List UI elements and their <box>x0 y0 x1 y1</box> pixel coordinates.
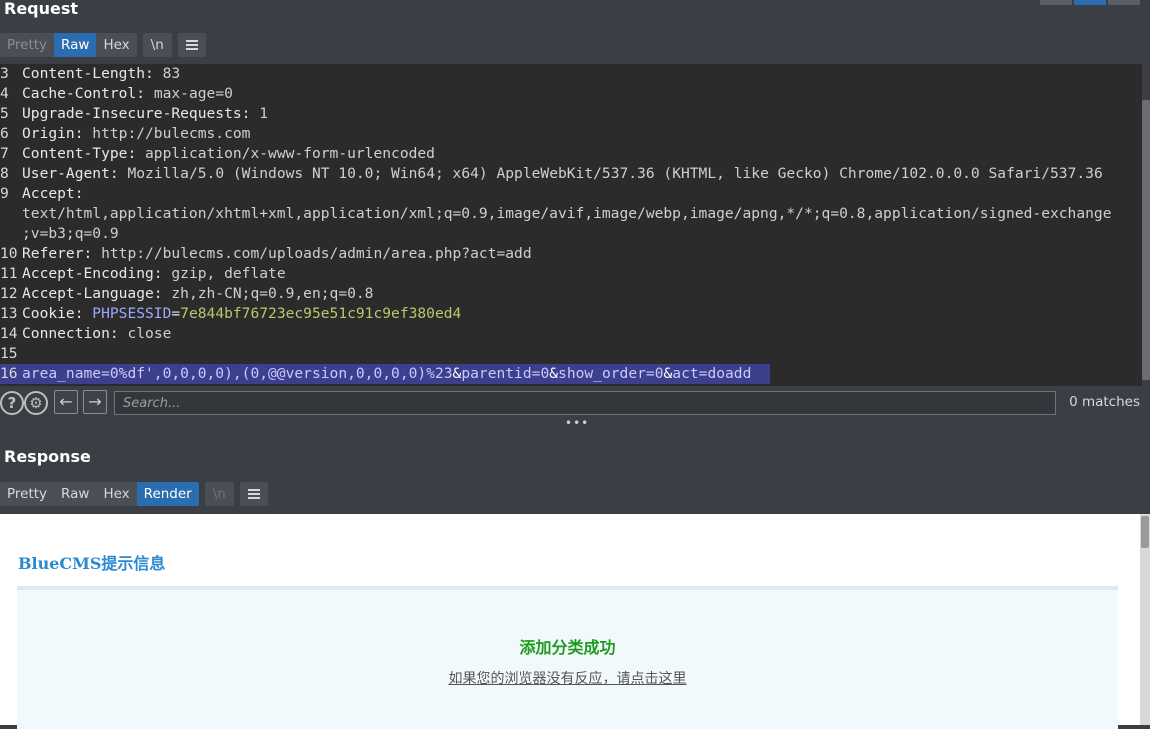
code-line-cookie: 13 Cookie: PHPSESSID=7e844bf76723ec95e51c… <box>0 305 462 322</box>
message-title: BlueCMS提示信息 <box>18 554 166 573</box>
tab-render[interactable]: Render <box>136 482 199 506</box>
window-tab[interactable] <box>1040 0 1072 5</box>
code-line-body-selected[interactable]: 16 area_name=0%df',0,0,0,0),(0,@@version,… <box>0 364 770 384</box>
code-line: 4 Cache-Control: max-age=0 <box>0 85 233 102</box>
code-line: 12 Accept-Language: zh,zh-CN;q=0.9,en;q=0… <box>0 285 374 302</box>
tab-pretty[interactable]: Pretty <box>0 33 54 57</box>
request-editor[interactable]: 3 Content-Length: 83 4 Cache-Control: max-… <box>0 64 1142 386</box>
success-message: 添加分类成功 <box>519 638 616 657</box>
editor-scrollbar-thumb[interactable] <box>1142 100 1150 380</box>
response-title: Response <box>4 447 91 466</box>
menu-icon <box>185 40 198 50</box>
window-tabs <box>1040 0 1140 5</box>
gear-icon[interactable]: ⚙ <box>24 391 48 415</box>
tab-hex[interactable]: Hex <box>96 33 136 57</box>
next-arrow-icon[interactable]: → <box>83 390 107 414</box>
redirect-link[interactable]: 如果您的浏览器没有反应，请点击这里 <box>17 668 1118 688</box>
menu-button[interactable] <box>239 482 268 506</box>
tab-raw[interactable]: Raw <box>54 33 97 57</box>
previous-arrow-icon[interactable]: ← <box>54 390 78 414</box>
splitter-handle[interactable]: ••• <box>565 416 589 430</box>
response-toolbar: Pretty Raw Hex Render \n <box>0 482 268 506</box>
newline-toggle[interactable]: \n <box>142 33 172 57</box>
menu-icon <box>247 489 260 499</box>
search-input[interactable] <box>114 391 1056 415</box>
code-line: 11 Accept-Encoding: gzip, deflate <box>0 265 286 282</box>
render-view: BlueCMS提示信息 添加分类成功 如果您的浏览器没有反应，请点击这里 <box>0 514 1140 729</box>
code-line: 3 Content-Length: 83 <box>0 65 181 82</box>
newline-toggle[interactable]: \n <box>204 482 234 506</box>
tab-hex[interactable]: Hex <box>96 482 136 506</box>
match-count: 0 matches <box>1069 394 1140 410</box>
message-box: 添加分类成功 如果您的浏览器没有反应，请点击这里 <box>17 586 1118 729</box>
window-tab[interactable] <box>1108 0 1140 5</box>
request-view-tabs: Pretty Raw Hex <box>0 33 137 57</box>
code-line: 9 Accept: <box>0 185 84 202</box>
code-line: 7 Content-Type: application/x-www-form-ur… <box>0 145 435 162</box>
search-bar: ? ⚙ ← → 0 matches <box>0 390 1150 416</box>
cookie-value: 7e844bf76723ec95e51c91c9ef380ed4 <box>180 305 462 322</box>
help-icon[interactable]: ? <box>0 391 24 415</box>
cookie-key: PHPSESSID <box>92 305 172 322</box>
request-toolbar: Pretty Raw Hex \n <box>0 33 206 57</box>
window-tab-active[interactable] <box>1074 0 1106 5</box>
request-title: Request <box>4 0 79 18</box>
code-line: 10 Referer: http://bulecms.com/uploads/ad… <box>0 245 532 262</box>
code-line-empty: 15 <box>0 345 18 362</box>
code-line: 6 Origin: http://bulecms.com <box>0 125 251 142</box>
tab-pretty[interactable]: Pretty <box>0 482 54 506</box>
code-line: 8 User-Agent: Mozilla/5.0 (Windows NT 10.… <box>0 165 1103 182</box>
menu-button[interactable] <box>177 33 206 57</box>
response-view-tabs: Pretty Raw Hex Render <box>0 482 199 506</box>
tab-raw[interactable]: Raw <box>54 482 96 506</box>
render-scrollbar-thumb[interactable] <box>1141 516 1149 548</box>
code-line: 5 Upgrade-Insecure-Requests: 1 <box>0 105 269 122</box>
code-line: 14 Connection: close <box>0 325 172 342</box>
